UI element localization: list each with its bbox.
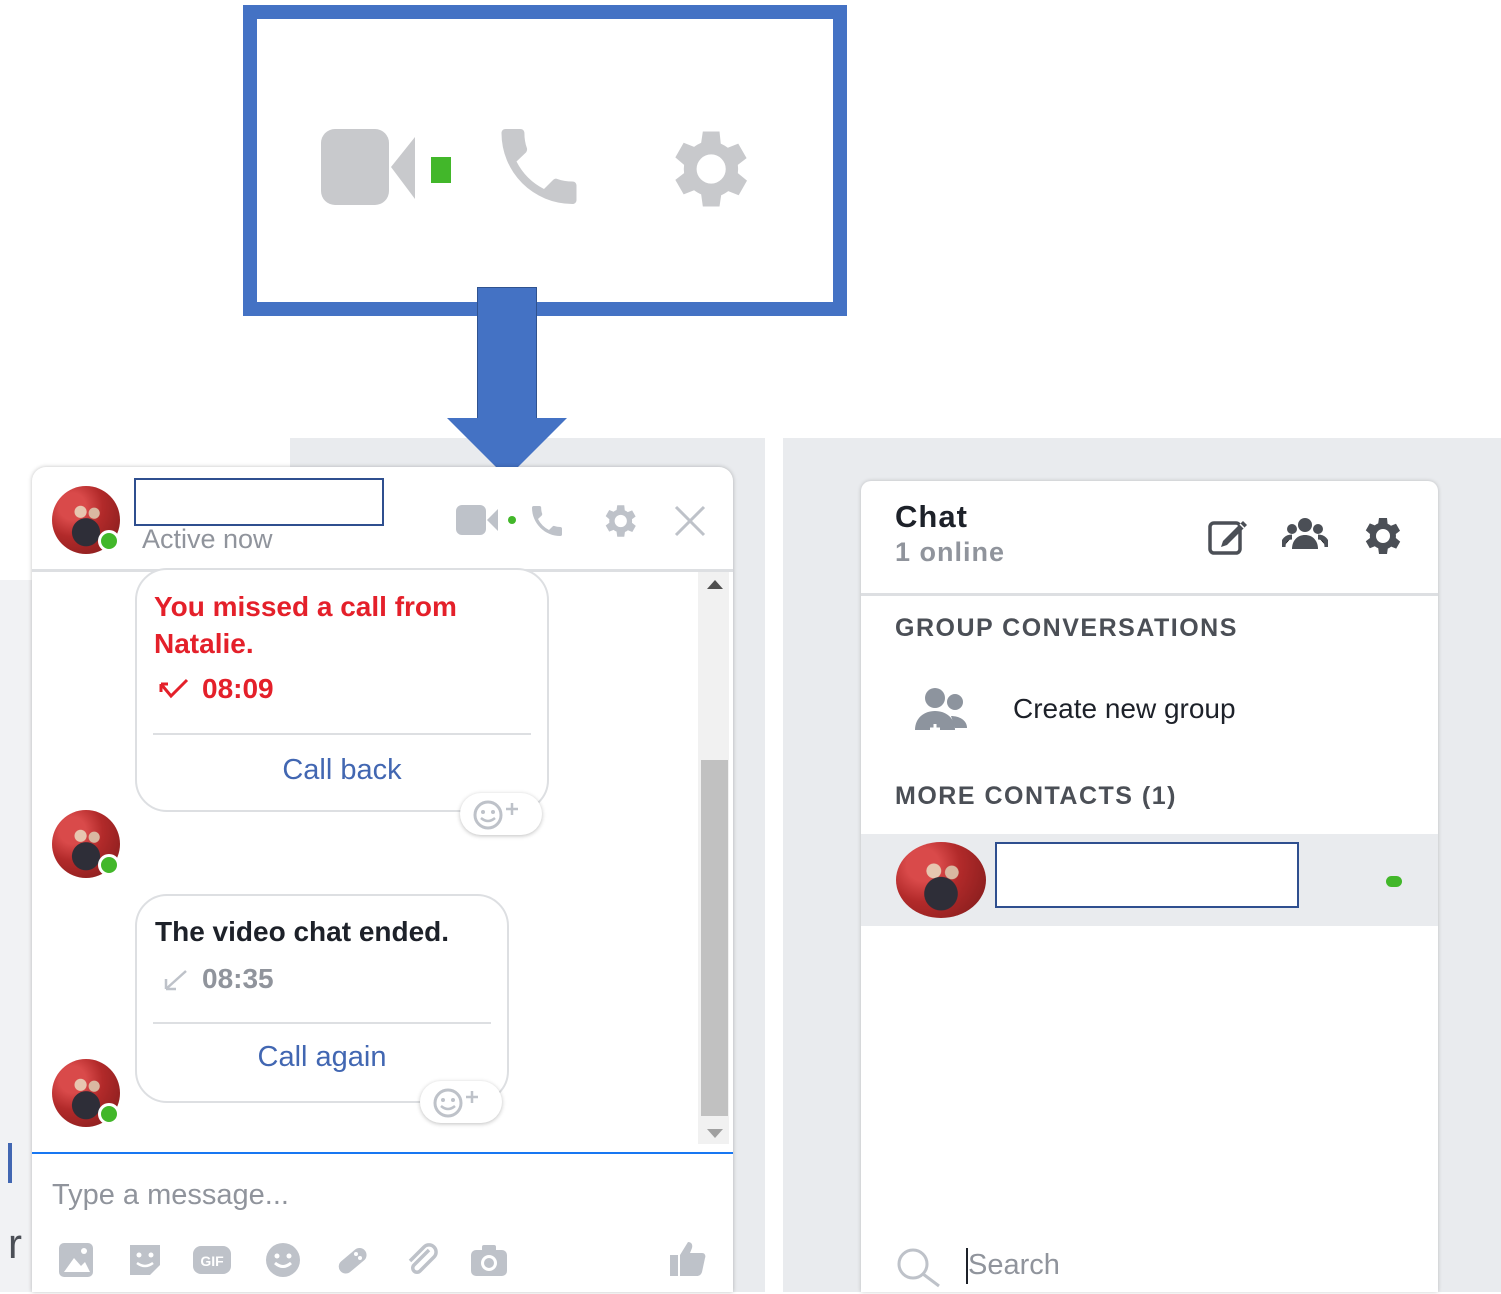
create-group-row[interactable]: Create new group [861, 676, 1438, 746]
message-list[interactable]: You missed a call from Natalie. 08:09 Ca… [32, 568, 733, 1152]
sidebar-header: Chat 1 online [861, 481, 1438, 596]
message-input[interactable]: Type a message... [52, 1179, 289, 1212]
missed-call-arrow-icon [159, 678, 189, 699]
svg-text:GIF: GIF [200, 1253, 224, 1269]
photo-icon[interactable] [56, 1240, 96, 1280]
more-contacts-heading: MORE CONTACTS (1) [895, 782, 1177, 810]
search-input[interactable]: Search [968, 1249, 1060, 1282]
sidebar-title: Chat [895, 499, 968, 534]
zoom-callout [243, 5, 847, 316]
video-ended-time: 08:35 [202, 963, 274, 994]
avatar [896, 842, 986, 918]
bubble-divider [153, 1022, 491, 1024]
create-group-label: Create new group [1013, 693, 1236, 724]
emoji-icon[interactable] [263, 1240, 303, 1280]
gear-icon[interactable] [1357, 512, 1405, 560]
page-fragment-bar [8, 1143, 12, 1183]
close-icon[interactable] [673, 504, 707, 538]
message-composer[interactable]: Type a message... GIF [32, 1152, 733, 1294]
video-ended-bubble: The video chat ended. 08:35 Call again [135, 894, 509, 1103]
new-group-icon[interactable] [1282, 517, 1328, 555]
sticker-icon[interactable] [125, 1240, 165, 1280]
online-indicator [98, 1103, 120, 1125]
gear-icon [675, 131, 747, 207]
phone-icon [501, 129, 577, 204]
video-call-icon[interactable] [456, 505, 522, 535]
search-icon [897, 1248, 940, 1288]
add-reaction-button[interactable] [420, 1081, 502, 1123]
add-reaction-button[interactable] [460, 793, 542, 835]
missed-call-text-line2: Natalie. [154, 628, 254, 659]
contact-name-redacted[interactable] [134, 478, 384, 526]
page-fragment-glyph: r [8, 1220, 22, 1267]
camera-icon[interactable] [469, 1240, 509, 1280]
online-indicator [98, 530, 120, 552]
chat-header: Active now [32, 467, 733, 572]
attachment-icon[interactable] [401, 1240, 441, 1280]
bubble-divider [153, 733, 531, 735]
contact-row[interactable] [861, 834, 1438, 926]
active-status: Active now [142, 524, 273, 554]
group-conversations-heading: GROUP CONVERSATIONS [895, 614, 1238, 642]
scroll-up-icon[interactable] [707, 580, 723, 589]
call-arrow-icon [164, 970, 187, 991]
page-background-fragment [0, 580, 32, 1292]
missed-call-bubble: You missed a call from Natalie. 08:09 Ca… [135, 568, 549, 812]
call-back-link[interactable]: Call back [137, 754, 547, 787]
online-indicator [1386, 876, 1402, 887]
chat-sidebar: Chat 1 online GROUP CONVERSATIONS Create… [861, 481, 1438, 1292]
phone-call-icon[interactable] [526, 501, 568, 541]
gear-icon[interactable] [598, 500, 640, 542]
missed-call-text-line1: You missed a call from [154, 591, 457, 622]
online-indicator [98, 854, 120, 876]
gif-icon[interactable]: GIF [192, 1240, 232, 1280]
arrow-shaft [477, 287, 537, 422]
scroll-down-icon[interactable] [707, 1129, 723, 1138]
search-row[interactable]: Search [861, 1236, 1438, 1292]
video-ended-text: The video chat ended. [155, 916, 450, 947]
game-controller-icon[interactable] [332, 1240, 372, 1280]
contact-name-redacted [995, 842, 1299, 908]
thumbs-up-icon[interactable] [668, 1238, 708, 1278]
group-icon [915, 688, 967, 734]
scrollbar-thumb[interactable] [701, 760, 728, 1116]
video-camera-icon [321, 129, 451, 205]
compose-icon[interactable] [1207, 515, 1249, 557]
online-count: 1 online [895, 537, 1006, 567]
call-again-link[interactable]: Call again [137, 1041, 507, 1074]
emoji-plus-icon [433, 1088, 478, 1118]
chat-window: Active now You missed a call from Natali… [32, 467, 733, 1292]
emoji-plus-icon [473, 800, 518, 830]
missed-call-time: 08:09 [202, 673, 274, 704]
